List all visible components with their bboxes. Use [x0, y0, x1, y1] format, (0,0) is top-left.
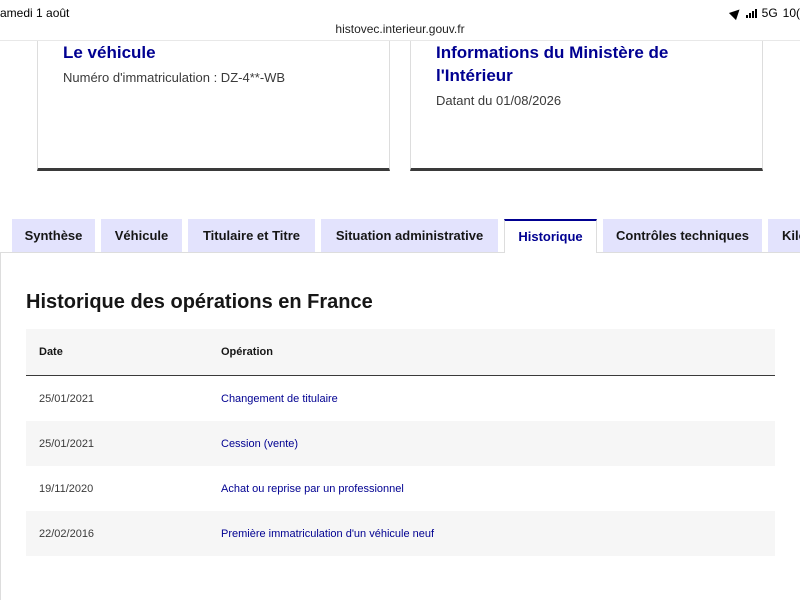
- table-row: 22/02/2016 Première immatriculation d'un…: [26, 511, 775, 556]
- vehicle-card: Le véhicule Numéro d'immatriculation : D…: [37, 41, 390, 171]
- row-date: 25/01/2021: [39, 438, 95, 450]
- tab-kilometrage[interactable]: Kilo: [768, 219, 800, 252]
- row-date: 22/02/2016: [39, 528, 95, 540]
- history-table: Date Opération 25/01/2021 Changement de …: [26, 329, 775, 556]
- column-header-date: Date: [39, 346, 63, 358]
- tab-controles-techniques[interactable]: Contrôles techniques: [603, 219, 762, 252]
- tab-situation-administrative[interactable]: Situation administrative: [321, 219, 498, 252]
- ministry-card-title: Informations du Ministère de l'Intérieur: [436, 43, 669, 85]
- row-date: 25/01/2021: [39, 393, 95, 405]
- battery-level: 10(: [782, 6, 800, 20]
- panel-border: [0, 252, 1, 600]
- row-operation: Changement de titulaire: [221, 393, 338, 405]
- vehicle-card-title: Le véhicule: [63, 43, 156, 62]
- history-section-title: Historique des opérations en France: [26, 291, 373, 313]
- signal-bars-icon: [745, 8, 757, 18]
- row-operation: Achat ou reprise par un professionnel: [221, 483, 404, 495]
- network-type: 5G: [761, 6, 778, 20]
- row-operation: Cession (vente): [221, 438, 299, 450]
- tab-historique[interactable]: Historique: [504, 219, 597, 253]
- report-date: Datant du 01/08/2026: [436, 93, 562, 108]
- row-date: 19/11/2020: [39, 483, 94, 495]
- table-header: Date Opération: [26, 329, 775, 376]
- tab-vehicule[interactable]: Véhicule: [101, 219, 182, 252]
- address-bar[interactable]: histovec.interieur.gouv.fr: [0, 22, 800, 36]
- url-text: histovec.interieur.gouv.fr: [335, 22, 465, 36]
- table-row: 19/11/2020 Achat ou reprise par un profe…: [26, 466, 775, 511]
- table-row: 25/01/2021 Changement de titulaire: [26, 376, 775, 421]
- ministry-card: Informations du Ministère de l'Intérieur…: [410, 41, 763, 171]
- registration-number: Numéro d'immatriculation : DZ-4**-WB: [63, 70, 286, 85]
- row-operation: Première immatriculation d'un véhicule n…: [221, 528, 435, 540]
- status-indicators: 5G 10(: [728, 5, 800, 21]
- table-row: 25/01/2021 Cession (vente): [26, 421, 775, 466]
- location-arrow-icon: [728, 5, 743, 21]
- tab-titulaire-et-titre[interactable]: Titulaire et Titre: [188, 219, 315, 252]
- tab-bar: Synthèse Véhicule Titulaire et Titre Sit…: [0, 219, 800, 253]
- status-bar: amedi 1 août 5G 10(: [0, 0, 800, 24]
- status-datetime: amedi 1 août: [0, 6, 70, 20]
- tab-synthese[interactable]: Synthèse: [12, 219, 95, 252]
- column-header-operation: Opération: [221, 346, 273, 358]
